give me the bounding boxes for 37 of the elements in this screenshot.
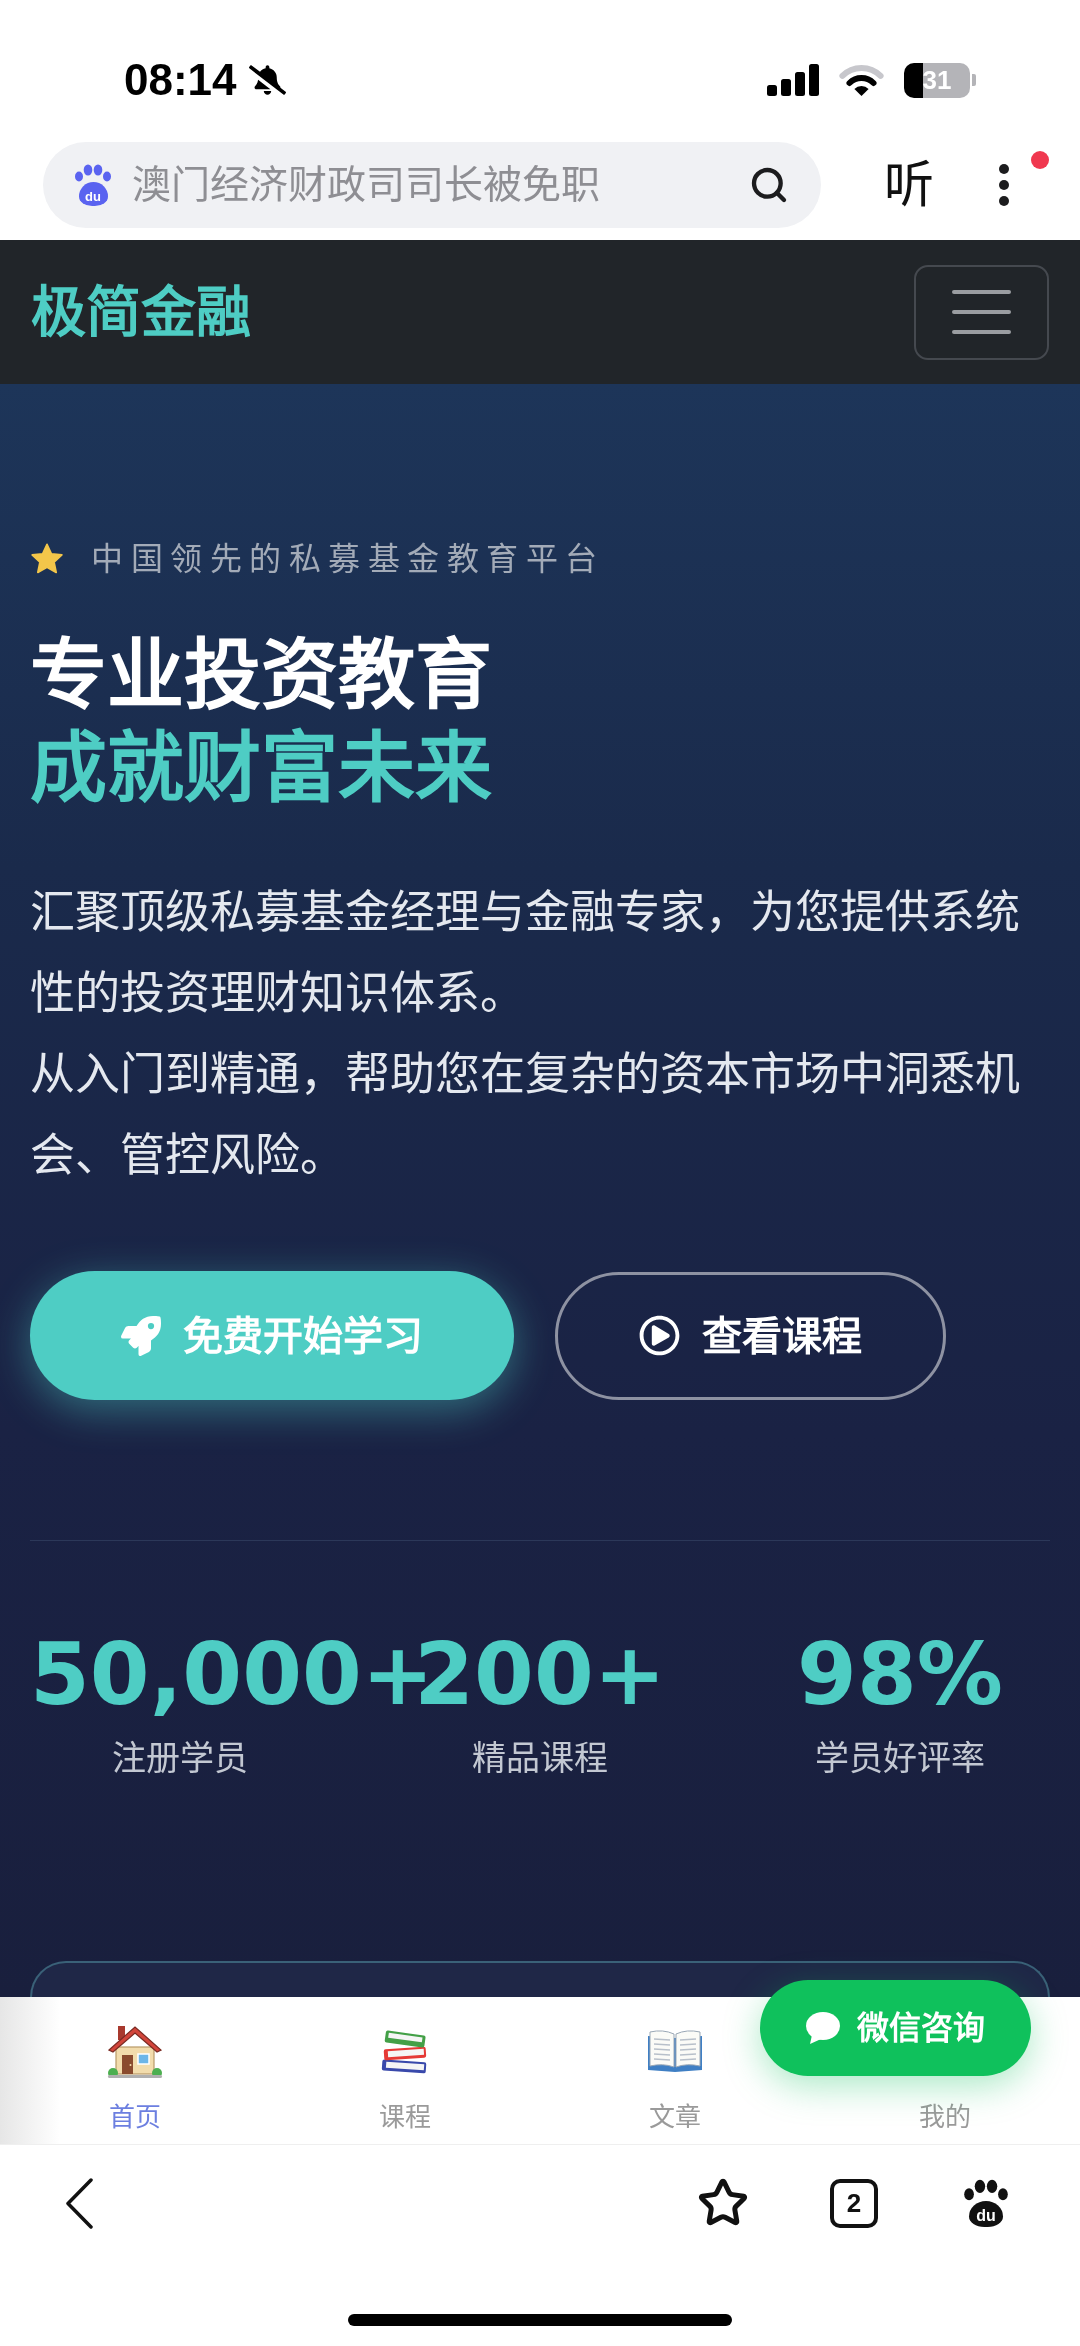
- back-icon[interactable]: [65, 2177, 93, 2229]
- bell-off-icon: [248, 65, 286, 95]
- menu-icon: [952, 290, 1011, 334]
- tagline: 中国领先的私募基金教育平台: [91, 540, 605, 579]
- chat-bubble-icon: [806, 2012, 840, 2044]
- tab-count-button[interactable]: 2: [830, 2178, 878, 2228]
- hero-description: 从入门到精通，帮助您在复杂的资本市场中洞悉机会、管控风险。: [30, 1048, 1021, 1183]
- signal-icon: [767, 64, 819, 96]
- paw-logo-button[interactable]: du: [963, 2179, 1009, 2227]
- site-logo[interactable]: 极简金融: [31, 284, 251, 340]
- hero-heading: 成就财富未来: [30, 724, 493, 813]
- search-input[interactable]: 澳门经济财政司司长被免职: [132, 160, 749, 210]
- view-courses-button[interactable]: 查看课程: [555, 1271, 946, 1400]
- paw-logo: du: [74, 164, 112, 206]
- nav-tab[interactable]: 课程: [376, 2021, 434, 2134]
- nav-tab[interactable]: 我的: [919, 2100, 971, 2134]
- hero-description: 汇聚顶级私募基金经理与金融专家，为您提供系统性的投资理财知识体系。: [30, 886, 1021, 1021]
- battery-indicator: 31: [904, 62, 976, 98]
- chat-button[interactable]: 微信咨询: [760, 1980, 1031, 2076]
- stat-label: 注册学员: [112, 1738, 248, 1779]
- stat-label: 精品课程: [472, 1738, 608, 1779]
- search-icon[interactable]: [749, 165, 789, 205]
- nav-tab[interactable]: 文章: [646, 2021, 704, 2134]
- stat-label: 学员好评率: [815, 1738, 985, 1779]
- more-icon[interactable]: [998, 163, 1010, 207]
- play-icon: [639, 1315, 680, 1356]
- clock-time: 08:14: [124, 58, 237, 102]
- star-icon: [30, 542, 64, 576]
- nav-tab[interactable]: 首页: [106, 2021, 164, 2134]
- wifi-icon: [838, 63, 885, 97]
- listen-button[interactable]: 听: [884, 160, 934, 210]
- hero-heading: 专业投资教育: [30, 631, 493, 720]
- menu-button[interactable]: [914, 264, 1049, 360]
- search-field[interactable]: du 澳门经济财政司司长被免职: [43, 142, 821, 228]
- rocket-icon: [121, 1315, 161, 1356]
- stat-value: 98%: [797, 1624, 1003, 1724]
- open-book-icon: [646, 2028, 704, 2072]
